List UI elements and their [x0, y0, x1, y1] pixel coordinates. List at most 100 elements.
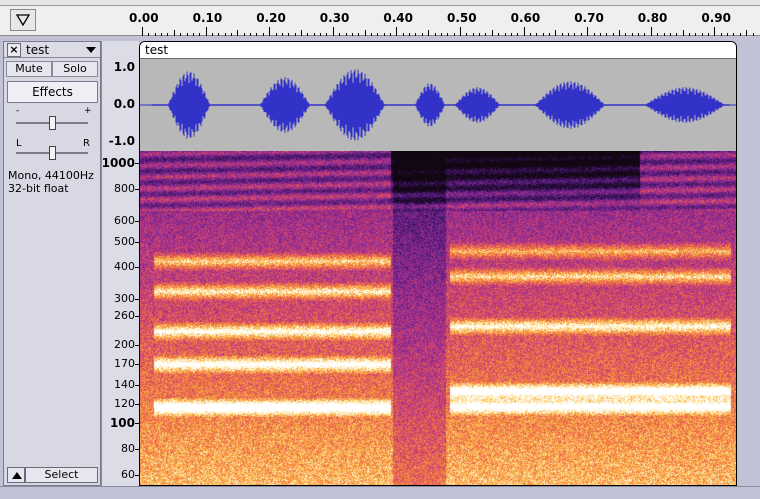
- timeline-minor-tick: [377, 33, 379, 36]
- timeline-major-tick: [714, 27, 716, 36]
- timeline-minor-tick: [364, 30, 366, 36]
- timeline-minor-tick: [708, 33, 710, 36]
- timeline-minor-tick: [320, 33, 322, 36]
- timeline-minor-tick: [421, 33, 423, 36]
- timeline-minor-tick: [479, 33, 481, 36]
- frequency-scale-label: 600: [114, 214, 135, 227]
- track-tab[interactable]: test: [140, 42, 736, 59]
- timeline-ruler[interactable]: 0.00 0.10 0.20 0.30 0.40 0.50 0.60 0.70 0.80 0.90: [0, 6, 760, 36]
- timeline-minor-tick: [192, 33, 194, 36]
- timeline-minor-tick: [561, 33, 563, 36]
- timeline-minor-tick: [186, 33, 188, 36]
- effects-button[interactable]: Effects: [7, 81, 98, 103]
- timeline-minor-tick: [568, 33, 570, 36]
- timeline-minor-tick: [281, 33, 283, 36]
- bottom-bar: [0, 486, 760, 499]
- solo-button[interactable]: Solo: [52, 61, 98, 77]
- timeline-tick-label: 0.90: [701, 11, 731, 25]
- frequency-scale-label: 100: [109, 416, 135, 430]
- timeline-minor-tick: [669, 33, 671, 36]
- timeline-minor-tick: [701, 33, 703, 36]
- waveform-plot[interactable]: [140, 59, 736, 151]
- collapse-track-button[interactable]: [7, 467, 25, 483]
- timeline-minor-tick: [415, 33, 417, 36]
- track-format-info: Mono, 44100Hz 32-bit float: [8, 169, 94, 195]
- timeline-tick-label: 0.20: [256, 11, 286, 25]
- timeline-scale[interactable]: 0.00 0.10 0.20 0.30 0.40 0.50 0.60 0.70 0.80 0.90: [101, 6, 760, 36]
- timeline-minor-tick: [167, 33, 169, 36]
- timeline-minor-tick: [440, 33, 442, 36]
- timeline-minor-tick: [173, 30, 175, 36]
- pan-slider-thumb[interactable]: [49, 146, 56, 160]
- timeline-minor-tick: [549, 33, 551, 36]
- timeline-major-tick: [269, 27, 271, 36]
- timeline-minor-tick: [345, 33, 347, 36]
- mute-button[interactable]: Mute: [6, 61, 52, 77]
- timeline-major-tick: [205, 27, 207, 36]
- timeline-minor-tick: [256, 33, 258, 36]
- timeline-minor-tick: [472, 33, 474, 36]
- spectrogram-view[interactable]: [140, 151, 736, 485]
- track-format-text: 32-bit float: [8, 182, 69, 195]
- timeline-tick-label: 0.40: [383, 11, 413, 25]
- timeline-major-tick: [142, 27, 143, 36]
- timeline-menu-button[interactable]: [10, 9, 36, 31]
- audio-track[interactable]: test: [139, 41, 737, 486]
- amplitude-scale-label: 0.0: [113, 97, 135, 111]
- track-menu-chevron-down-icon[interactable]: [86, 47, 96, 53]
- timeline-minor-tick: [593, 33, 595, 36]
- timeline-minor-tick: [727, 33, 729, 36]
- timeline-minor-tick: [161, 33, 163, 36]
- timeline-minor-tick: [517, 33, 519, 36]
- timeline-minor-tick: [746, 30, 748, 36]
- timeline-minor-tick: [434, 33, 436, 36]
- timeline-minor-tick: [358, 33, 360, 36]
- timeline-major-tick: [332, 27, 334, 36]
- select-track-button[interactable]: Select: [25, 467, 98, 483]
- track-rate-text: Mono, 44100Hz: [8, 169, 94, 182]
- timeline-minor-tick: [231, 33, 233, 36]
- timeline-minor-tick: [619, 30, 620, 36]
- timeline-minor-tick: [154, 33, 156, 36]
- timeline-minor-tick: [370, 33, 372, 36]
- timeline-minor-tick: [428, 30, 430, 36]
- timeline-minor-tick: [676, 33, 678, 36]
- track-control-panel: × test Mute Solo Effects - + L R Mono, 4…: [3, 41, 101, 486]
- timeline-minor-tick: [612, 33, 614, 36]
- timeline-minor-tick: [536, 33, 538, 36]
- timeline-minor-tick: [580, 33, 582, 36]
- timeline-major-tick: [587, 27, 589, 36]
- timeline-minor-tick: [237, 30, 239, 36]
- timeline-minor-tick: [688, 33, 690, 36]
- frequency-scale-label: 400: [114, 260, 135, 273]
- waveform-view[interactable]: [140, 59, 736, 151]
- timeline-minor-tick: [574, 33, 576, 36]
- frequency-scale-label: 500: [114, 235, 135, 248]
- timeline-minor-tick: [491, 30, 493, 36]
- timeline-minor-tick: [402, 33, 404, 36]
- timeline-minor-tick: [625, 33, 627, 36]
- frequency-scale-label: 800: [114, 182, 135, 195]
- frequency-scale-label: 200: [114, 338, 135, 351]
- timeline-minor-tick: [498, 33, 500, 36]
- timeline-minor-tick: [733, 33, 735, 36]
- timeline-minor-tick: [262, 33, 264, 36]
- timeline-tick-label: 0.80: [637, 11, 668, 25]
- frequency-scale-label: 120: [114, 397, 135, 410]
- timeline-minor-tick: [739, 33, 741, 36]
- close-track-button[interactable]: ×: [7, 43, 21, 57]
- gain-minus-label: -: [16, 106, 20, 116]
- amplitude-scale-label: -1.0: [108, 134, 135, 148]
- timeline-tick-label: 0.50: [447, 11, 477, 25]
- vertical-ruler[interactable]: 1.0 0.0 -1.0 1000 800 600 500 400 300 260 200 170 14…: [101, 41, 139, 486]
- pan-left-label: L: [16, 138, 22, 149]
- frequency-scale-label: 140: [114, 378, 135, 391]
- timeline-minor-tick: [294, 33, 296, 36]
- timeline-minor-tick: [301, 30, 302, 36]
- timeline-minor-tick: [663, 33, 665, 36]
- gain-slider-thumb[interactable]: [49, 116, 56, 130]
- timeline-minor-tick: [644, 33, 646, 36]
- track-name-label[interactable]: test: [26, 43, 49, 57]
- timeline-minor-tick: [752, 33, 754, 36]
- frequency-scale-label: 260: [114, 309, 135, 322]
